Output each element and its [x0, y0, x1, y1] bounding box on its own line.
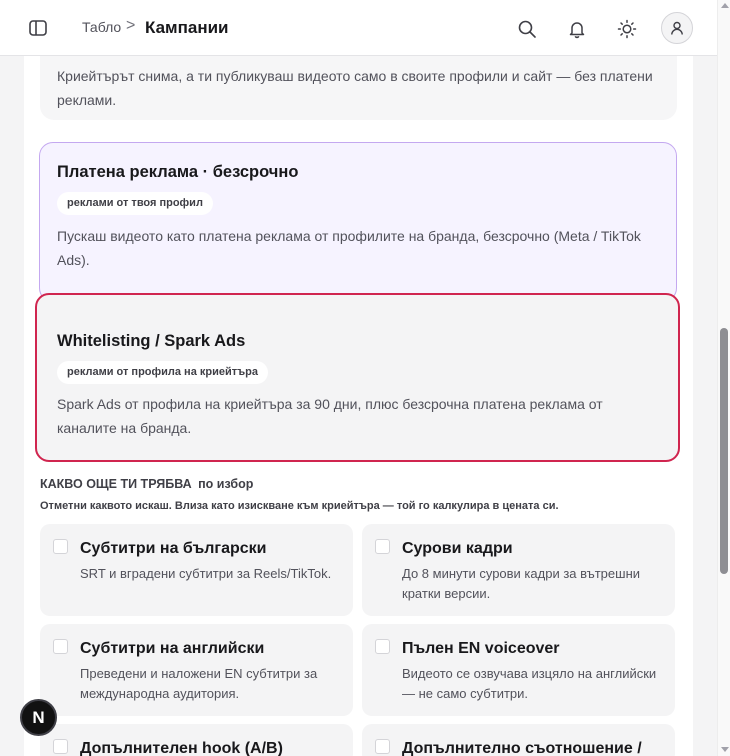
extra-description: Преведени и наложени EN субтитри за межд… [80, 666, 318, 701]
sidebar-toggle-icon [29, 20, 47, 36]
extra-title: Допълнителен hook (A/B) [80, 740, 283, 756]
option-organic-description: Криейтърът снима, а ти публикуваш видеот… [57, 68, 653, 108]
extra-description: Видеото се озвучава изцяло на английски … [402, 666, 657, 701]
breadcrumb-separator: > [126, 17, 136, 34]
extras-heading-label: КАКВО ОЩЕ ТИ ТРЯБВА [40, 477, 192, 491]
extras-heading: КАКВО ОЩЕ ТИ ТРЯБВА по избор [40, 477, 253, 491]
extra-option-card[interactable]: Сурови кадри До 8 минути сурови кадри за… [362, 524, 675, 616]
extra-checkbox[interactable] [375, 639, 390, 654]
dev-tools-badge[interactable]: N [20, 699, 57, 736]
option-spark-pill: реклами от профила на криейтъра [57, 361, 268, 384]
scrollbar-thumb[interactable] [720, 328, 728, 574]
extra-checkbox[interactable] [53, 739, 68, 754]
scroll-up-arrow-icon[interactable] [721, 3, 729, 8]
extra-checkbox[interactable] [53, 539, 68, 554]
page-title: Кампании [145, 18, 229, 37]
option-paid-description: Пускаш видеото като платена реклама от п… [57, 228, 641, 268]
option-spark-title: Whitelisting / Spark Ads [57, 332, 246, 350]
extras-optional-tag: по избор [198, 477, 254, 491]
page-scrollbar[interactable] [717, 0, 730, 756]
extra-option-card[interactable]: Допълнителен hook (A/B) [40, 724, 353, 756]
option-card-spark-ads[interactable]: Whitelisting / Spark Ads реклами от проф… [35, 293, 680, 462]
extra-description: SRT и вградени субтитри за Reels/TikTok. [80, 566, 332, 581]
extra-option-card[interactable]: Пълен EN voiceover Видеото се озвучава и… [362, 624, 675, 716]
user-menu-button[interactable] [661, 12, 693, 44]
extras-hint: Отметни каквото искаш. Влиза като изискв… [40, 500, 559, 512]
extra-description: До 8 минути сурови кадри за вътрешни кра… [402, 566, 641, 601]
extra-checkbox[interactable] [375, 739, 390, 754]
notifications-button[interactable] [564, 16, 590, 42]
extra-title: Допълнително съотношение / [402, 740, 642, 756]
option-paid-pill: реклами от твоя профил [57, 192, 213, 215]
scroll-down-arrow-icon[interactable] [721, 747, 729, 752]
search-icon [518, 20, 536, 38]
extra-option-card[interactable]: Субтитри на английски Преведени и наложе… [40, 624, 353, 716]
search-button[interactable] [514, 16, 540, 42]
extra-option-card[interactable]: Допълнително съотношение / [362, 724, 675, 756]
extra-title: Сурови кадри [402, 540, 513, 557]
extra-title: Субтитри на български [80, 540, 267, 557]
breadcrumb-parent-link[interactable]: Табло [82, 19, 121, 35]
user-icon [671, 21, 683, 35]
extra-checkbox[interactable] [53, 639, 68, 654]
bell-icon [569, 22, 585, 39]
sidebar-toggle-button[interactable] [26, 16, 50, 40]
option-card-paid-ads[interactable]: Платена реклама · безсрочно реклами от т… [39, 142, 677, 302]
option-paid-title: Платена реклама · безсрочно [57, 163, 299, 181]
option-card-organic[interactable]: Криейтърът снима, а ти публикуваш видеот… [40, 56, 677, 120]
sun-icon [617, 19, 637, 39]
extra-title: Пълен EN voiceover [402, 640, 560, 657]
extra-checkbox[interactable] [375, 539, 390, 554]
theme-toggle-button[interactable] [614, 16, 640, 42]
campaign-form-panel: Криейтърът снима, а ти публикуваш видеот… [24, 56, 693, 756]
extra-option-card[interactable]: Субтитри на български SRT и вградени суб… [40, 524, 353, 616]
top-bar: Табло > Кампании [0, 0, 717, 56]
extra-title: Субтитри на английски [80, 640, 265, 657]
option-spark-description: Spark Ads от профила на криейтъра за 90 … [57, 396, 603, 436]
